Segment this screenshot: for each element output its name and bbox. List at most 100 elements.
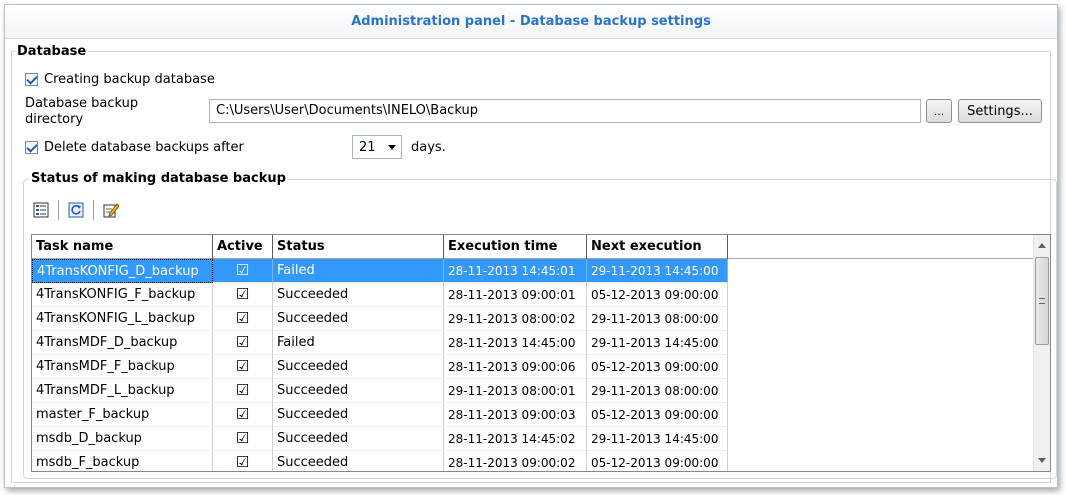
toolbar-separator [93,200,94,220]
window-title: Administration panel - Database backup s… [351,14,711,29]
active-checkbox[interactable]: ☑ [236,357,249,375]
create-backup-checkbox[interactable] [25,73,38,86]
grip-icon [1039,298,1045,304]
delete-after-row[interactable]: Delete database backups after [25,140,244,155]
settings-button[interactable]: Settings... [958,99,1042,123]
table-row[interactable]: msdb_F_backup ☑ Succeeded 28-11-2013 09:… [32,451,1050,471]
next-execution-cell: 05-12-2013 09:00:00 [587,451,728,471]
execution-time-cell: 29-11-2013 08:00:01 [444,379,587,403]
status-cell: Succeeded [273,403,444,427]
status-cell: Failed [273,259,444,283]
status-cell: Succeeded [273,451,444,471]
task-name-cell: 4TransMDF_D_backup [32,331,213,355]
execution-time-cell: 28-11-2013 09:00:01 [444,283,587,307]
active-checkbox[interactable]: ☑ [236,261,249,279]
delete-after-checkbox[interactable] [25,141,38,154]
days-unit-label: days. [411,140,446,155]
toolbar-separator [58,200,59,220]
next-execution-cell: 05-12-2013 09:00:00 [587,283,728,307]
directory-input[interactable]: C:\Users\User\Documents\INELO\Backup [209,99,921,123]
task-name-cell: 4TransMDF_L_backup [32,379,213,403]
status-cell: Succeeded [273,307,444,331]
active-cell[interactable]: ☑ [213,355,273,379]
execution-time-cell: 28-11-2013 14:45:01 [444,259,587,283]
vertical-scrollbar[interactable] [1033,235,1050,471]
status-group-label: Status of making database backup [29,171,288,186]
column-header-execution-time[interactable]: Execution time [444,235,587,259]
status-cell: Succeeded [273,355,444,379]
execution-time-cell: 28-11-2013 09:00:02 [444,451,587,471]
active-checkbox[interactable]: ☑ [236,285,249,303]
admin-panel-window: Administration panel - Database backup s… [4,4,1058,488]
execution-time-cell: 28-11-2013 14:45:00 [444,331,587,355]
execution-time-cell: 28-11-2013 14:45:02 [444,427,587,451]
days-dropdown[interactable]: 21 [352,135,402,159]
table-row[interactable]: 4TransKONFIG_D_backup ☑ Failed 28-11-201… [32,259,1050,283]
table-row[interactable]: 4TransMDF_D_backup ☑ Failed 28-11-2013 1… [32,331,1050,355]
active-cell[interactable]: ☑ [213,403,273,427]
backup-status-table[interactable]: Task name Active Status Execution time N… [31,234,1051,472]
chevron-down-icon [388,145,396,150]
create-backup-row[interactable]: Creating backup database [25,72,215,87]
scroll-up-icon[interactable] [1038,243,1046,248]
active-checkbox[interactable]: ☑ [236,429,249,447]
active-cell[interactable]: ☑ [213,427,273,451]
next-execution-cell: 29-11-2013 14:45:00 [587,427,728,451]
status-cell: Succeeded [273,379,444,403]
column-header-status[interactable]: Status [273,235,444,259]
directory-label-line1: Database backup [25,96,139,111]
active-cell[interactable]: ☑ [213,331,273,355]
status-toolbar [31,200,121,220]
table-row[interactable]: 4TransKONFIG_F_backup ☑ Succeeded 28-11-… [32,283,1050,307]
table-row[interactable]: 4TransMDF_F_backup ☑ Succeeded 28-11-201… [32,355,1050,379]
table-header: Task name Active Status Execution time N… [32,235,1050,259]
active-checkbox[interactable]: ☑ [236,405,249,423]
next-execution-cell: 05-12-2013 09:00:00 [587,403,728,427]
execution-time-cell: 28-11-2013 09:00:06 [444,355,587,379]
task-name-cell: 4TransKONFIG_F_backup [32,283,213,307]
status-cell: Failed [273,331,444,355]
table-row[interactable]: master_F_backup ☑ Succeeded 28-11-2013 0… [32,403,1050,427]
execution-time-cell: 29-11-2013 08:00:02 [444,307,587,331]
list-icon[interactable] [31,200,51,220]
table-row[interactable]: 4TransMDF_L_backup ☑ Succeeded 29-11-201… [32,379,1050,403]
next-execution-cell: 29-11-2013 08:00:00 [587,307,728,331]
directory-label-line2: directory [25,112,84,127]
next-execution-cell: 29-11-2013 14:45:00 [587,259,728,283]
column-header-task-name[interactable]: Task name [32,235,213,259]
active-checkbox[interactable]: ☑ [236,381,249,399]
table-row[interactable]: msdb_D_backup ☑ Succeeded 28-11-2013 14:… [32,427,1050,451]
browse-button[interactable]: ... [926,99,952,123]
task-name-cell: 4TransKONFIG_L_backup [32,307,213,331]
active-cell[interactable]: ☑ [213,307,273,331]
active-cell[interactable]: ☑ [213,451,273,471]
database-group-label: Database [15,44,89,59]
refresh-icon[interactable] [66,200,86,220]
active-checkbox[interactable]: ☑ [236,309,249,327]
task-name-cell: msdb_F_backup [32,451,213,471]
active-checkbox[interactable]: ☑ [236,333,249,351]
next-execution-cell: 29-11-2013 08:00:00 [587,379,728,403]
column-header-next-execution[interactable]: Next execution [587,235,728,259]
status-cell: Succeeded [273,283,444,307]
active-cell[interactable]: ☑ [213,379,273,403]
next-execution-cell: 05-12-2013 09:00:00 [587,355,728,379]
table-row[interactable]: 4TransKONFIG_L_backup ☑ Succeeded 29-11-… [32,307,1050,331]
task-name-cell: msdb_D_backup [32,427,213,451]
create-backup-label: Creating backup database [44,72,215,87]
column-header-active[interactable]: Active [213,235,273,259]
directory-label: Database backup directory [25,96,195,128]
task-name-cell: 4TransKONFIG_D_backup [32,259,213,283]
delete-after-label: Delete database backups after [44,140,244,155]
days-value: 21 [359,139,376,155]
active-cell[interactable]: ☑ [213,283,273,307]
task-name-cell: master_F_backup [32,403,213,427]
execution-time-cell: 28-11-2013 09:00:03 [444,403,587,427]
active-checkbox[interactable]: ☑ [236,453,249,471]
title-bar: Administration panel - Database backup s… [5,5,1057,39]
active-cell[interactable]: ☑ [213,259,273,283]
edit-icon[interactable] [101,200,121,220]
task-name-cell: 4TransMDF_F_backup [32,355,213,379]
scroll-thumb[interactable] [1035,257,1049,345]
scroll-down-icon[interactable] [1038,458,1046,463]
